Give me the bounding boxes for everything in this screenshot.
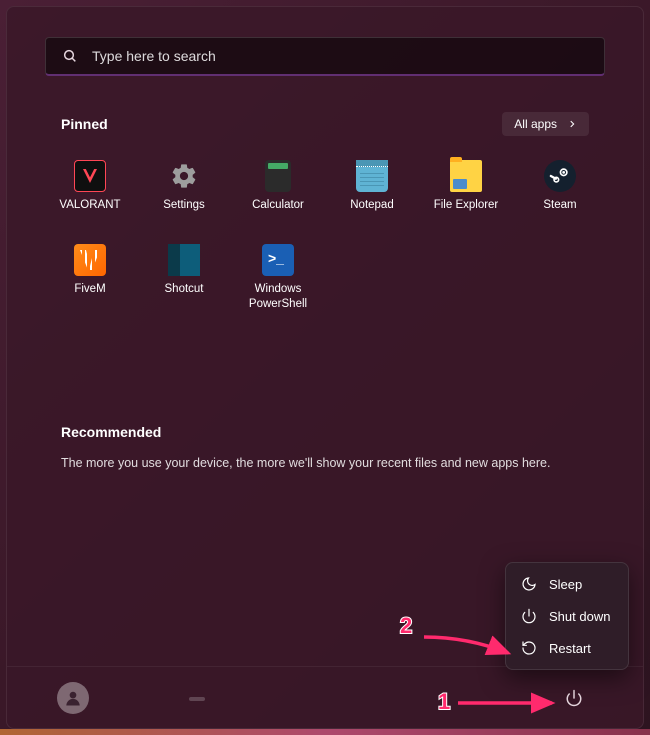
app-settings[interactable]: Settings [137,154,231,234]
calculator-icon [265,160,291,192]
search-placeholder: Type here to search [92,48,216,64]
sleep-icon [521,576,537,592]
user-icon [63,688,83,708]
power-button[interactable] [555,679,593,717]
app-shotcut[interactable]: Shotcut [137,238,231,318]
user-account-button[interactable] [57,682,89,714]
valorant-icon [74,160,106,192]
recommended-title: Recommended [61,424,589,440]
all-apps-label: All apps [514,117,557,131]
app-file-explorer[interactable]: File Explorer [419,154,513,234]
pinned-title: Pinned [61,116,108,132]
power-icon [565,689,583,707]
recommended-section: Recommended The more you use your device… [25,424,625,470]
search-input[interactable]: Type here to search [45,37,605,76]
pinned-apps-grid: VALORANT Settings Calculator Notepad Fil… [25,154,625,318]
restart-icon [521,640,537,656]
fivem-icon [74,244,106,276]
notepad-icon [356,160,388,192]
app-valorant[interactable]: VALORANT [43,154,137,234]
recommended-text: The more you use your device, the more w… [61,456,589,470]
chevron-right-icon [567,119,577,129]
pinned-header: Pinned All apps [25,112,625,136]
app-calculator[interactable]: Calculator [231,154,325,234]
steam-icon [544,160,576,192]
start-menu: Type here to search Pinned All apps VALO… [6,6,644,729]
folder-icon [450,160,482,192]
gear-icon [168,160,200,192]
powershell-icon [262,244,294,276]
drag-handle[interactable] [189,697,205,701]
shotcut-icon [168,244,200,276]
power-menu-shutdown[interactable]: Shut down [511,600,623,632]
app-powershell[interactable]: Windows PowerShell [231,238,325,318]
power-menu-sleep[interactable]: Sleep [511,568,623,600]
start-menu-footer [7,666,643,728]
app-steam[interactable]: Steam [513,154,607,234]
power-menu-restart[interactable]: Restart [511,632,623,664]
app-notepad[interactable]: Notepad [325,154,419,234]
power-menu: Sleep Shut down Restart [505,562,629,670]
app-fivem[interactable]: FiveM [43,238,137,318]
all-apps-button[interactable]: All apps [502,112,589,136]
shutdown-icon [521,608,537,624]
search-icon [62,48,78,64]
